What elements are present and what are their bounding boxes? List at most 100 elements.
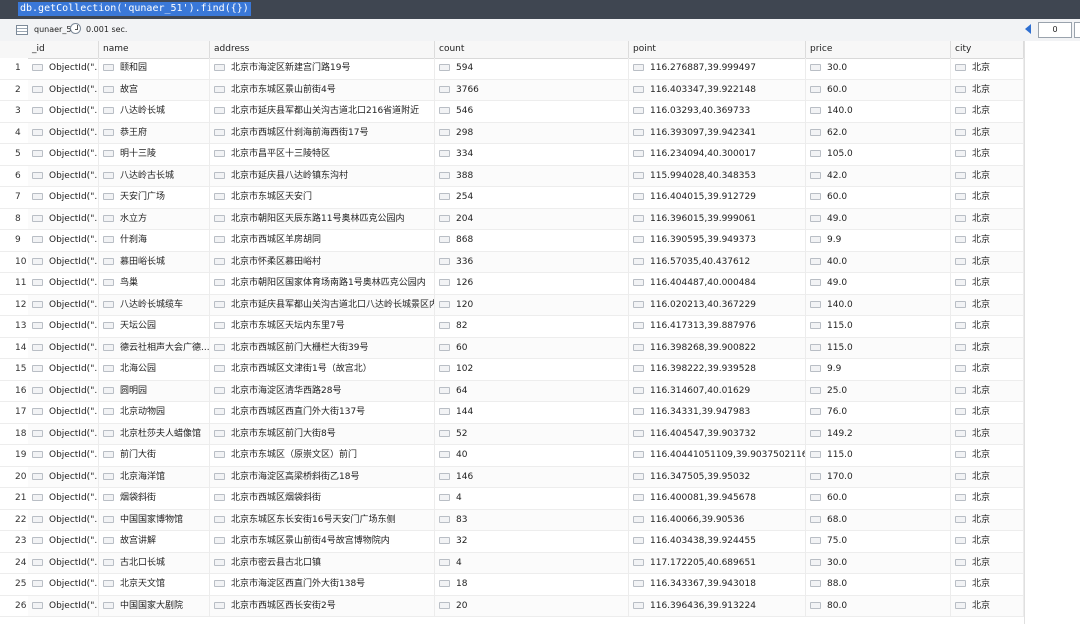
table-cell-price[interactable]: 49.0 [806, 208, 951, 230]
table-row[interactable]: 26 ObjectId("... 中国国家大剧院 北京市西城区西长安街2号 20 116.… [0, 595, 1024, 617]
table-cell-price[interactable]: 42.0 [806, 165, 951, 187]
table-cell-count[interactable]: 3766 [435, 79, 629, 101]
table-cell-name[interactable]: 北京天文馆 [99, 574, 210, 596]
table-cell-price[interactable]: 60.0 [806, 79, 951, 101]
table-cell-city[interactable]: 北京 [951, 595, 1024, 617]
table-row[interactable]: 16 ObjectId("... 圆明园 北京市海淀区清华西路28号 64 116.314… [0, 380, 1024, 402]
table-row[interactable]: 12 ObjectId("... 八达岭长城缆车 北京市延庆县军都山关沟古道北口八达岭… [0, 294, 1024, 316]
table-view-icon[interactable] [16, 25, 28, 35]
column-header-price[interactable]: price [806, 41, 951, 58]
table-cell-price[interactable]: 105.0 [806, 144, 951, 166]
table-cell-name[interactable]: 天安门广场 [99, 187, 210, 209]
table-cell-count[interactable]: 254 [435, 187, 629, 209]
table-row[interactable]: 8 ObjectId("... 水立方 北京市朝阳区天辰东路11号奥林匹克公园内 204… [0, 208, 1024, 230]
table-cell-price[interactable]: 62.0 [806, 122, 951, 144]
table-cell-city[interactable]: 北京 [951, 122, 1024, 144]
table-cell-address[interactable]: 北京市西城区文津街1号（故宫北） [210, 359, 435, 381]
table-cell-city[interactable]: 北京 [951, 380, 1024, 402]
table-cell-price[interactable]: 40.0 [806, 251, 951, 273]
table-cell-address[interactable]: 北京市怀柔区慕田峪村 [210, 251, 435, 273]
table-cell-price[interactable]: 9.9 [806, 359, 951, 381]
table-cell-name[interactable]: 北京杜莎夫人蜡像馆 [99, 423, 210, 445]
page-size-input[interactable] [1074, 22, 1080, 38]
table-cell-count[interactable]: 146 [435, 466, 629, 488]
table-cell-id[interactable]: ObjectId("... [28, 101, 99, 123]
table-cell-name[interactable]: 鸟巢 [99, 273, 210, 295]
table-cell-point[interactable]: 116.404015,39.912729 [629, 187, 806, 209]
table-cell-city[interactable]: 北京 [951, 488, 1024, 510]
table-cell-id[interactable]: ObjectId("... [28, 445, 99, 467]
table-row[interactable]: 25 ObjectId("... 北京天文馆 北京市海淀区西直门外大街138号 18 11… [0, 574, 1024, 596]
table-cell-city[interactable]: 北京 [951, 509, 1024, 531]
table-cell-point[interactable]: 116.234094,40.300017 [629, 144, 806, 166]
table-cell-count[interactable]: 334 [435, 144, 629, 166]
table-cell-address[interactable]: 北京市昌平区十三陵特区 [210, 144, 435, 166]
table-cell-name[interactable]: 什刹海 [99, 230, 210, 252]
table-cell-point[interactable]: 116.393097,39.942341 [629, 122, 806, 144]
table-cell-city[interactable]: 北京 [951, 337, 1024, 359]
table-cell-address[interactable]: 北京市西城区西直门外大街137号 [210, 402, 435, 424]
table-cell-name[interactable]: 八达岭古长城 [99, 165, 210, 187]
table-cell-city[interactable]: 北京 [951, 531, 1024, 553]
table-row[interactable]: 23 ObjectId("... 故宫讲解 北京市东城区景山前街4号故宫博物院内 32 1… [0, 531, 1024, 553]
table-cell-name[interactable]: 天坛公园 [99, 316, 210, 338]
table-cell-id[interactable]: ObjectId("... [28, 58, 99, 80]
table-cell-address[interactable]: 北京市海淀区高梁桥斜街乙18号 [210, 466, 435, 488]
table-cell-id[interactable]: ObjectId("... [28, 402, 99, 424]
table-cell-count[interactable]: 868 [435, 230, 629, 252]
table-cell-id[interactable]: ObjectId("... [28, 294, 99, 316]
table-row[interactable]: 3 ObjectId("... 八达岭长城 北京市延庆县军都山关沟古道北口216省道附… [0, 101, 1024, 123]
table-cell-address[interactable]: 北京市密云县古北口镇 [210, 552, 435, 574]
table-cell-point[interactable]: 116.396436,39.913224 [629, 595, 806, 617]
table-cell-name[interactable]: 德云社相声大会广德... [99, 337, 210, 359]
table-cell-id[interactable]: ObjectId("... [28, 337, 99, 359]
table-cell-name[interactable]: 北京海洋馆 [99, 466, 210, 488]
table-cell-price[interactable]: 115.0 [806, 337, 951, 359]
table-cell-address[interactable]: 北京市朝阳区天辰东路11号奥林匹克公园内 [210, 208, 435, 230]
table-cell-point[interactable]: 116.417313,39.887976 [629, 316, 806, 338]
table-cell-price[interactable]: 49.0 [806, 273, 951, 295]
table-cell-city[interactable]: 北京 [951, 144, 1024, 166]
table-cell-address[interactable]: 北京市延庆县军都山关沟古道北口216省道附近 [210, 101, 435, 123]
table-cell-address[interactable]: 北京市海淀区新建宫门路19号 [210, 58, 435, 80]
table-cell-price[interactable]: 149.2 [806, 423, 951, 445]
table-cell-count[interactable]: 20 [435, 595, 629, 617]
table-cell-point[interactable]: 116.403347,39.922148 [629, 79, 806, 101]
table-cell-id[interactable]: ObjectId("... [28, 531, 99, 553]
table-cell-price[interactable]: 68.0 [806, 509, 951, 531]
table-cell-price[interactable]: 140.0 [806, 101, 951, 123]
table-cell-count[interactable]: 82 [435, 316, 629, 338]
table-cell-count[interactable]: 120 [435, 294, 629, 316]
table-cell-point[interactable]: 116.403438,39.924455 [629, 531, 806, 553]
table-cell-price[interactable]: 75.0 [806, 531, 951, 553]
table-row[interactable]: 22 ObjectId("... 中国国家博物馆 北京东城区东长安街16号天安门广场东… [0, 509, 1024, 531]
page-offset-input[interactable]: 0 [1038, 22, 1072, 38]
table-cell-price[interactable]: 30.0 [806, 58, 951, 80]
table-cell-id[interactable]: ObjectId("... [28, 488, 99, 510]
table-row[interactable]: 7 ObjectId("... 天安门广场 北京市东城区天安门 254 116.40401… [0, 187, 1024, 209]
table-row[interactable]: 6 ObjectId("... 八达岭古长城 北京市延庆县八达岭镇东沟村 388 115.… [0, 165, 1024, 187]
table-row[interactable]: 2 ObjectId("... 故宫 北京市东城区景山前街4号 3766 116.4033… [0, 79, 1024, 101]
table-cell-address[interactable]: 北京市西城区西长安街2号 [210, 595, 435, 617]
table-cell-price[interactable]: 140.0 [806, 294, 951, 316]
table-cell-id[interactable]: ObjectId("... [28, 79, 99, 101]
table-cell-name[interactable]: 中国国家大剧院 [99, 595, 210, 617]
table-cell-count[interactable]: 388 [435, 165, 629, 187]
table-row[interactable]: 10 ObjectId("... 慕田峪长城 北京市怀柔区慕田峪村 336 116.570… [0, 251, 1024, 273]
table-cell-address[interactable]: 北京市西城区羊房胡同 [210, 230, 435, 252]
table-cell-id[interactable]: ObjectId("... [28, 423, 99, 445]
table-cell-name[interactable]: 圆明园 [99, 380, 210, 402]
table-cell-count[interactable]: 102 [435, 359, 629, 381]
table-cell-point[interactable]: 116.276887,39.999497 [629, 58, 806, 80]
table-cell-price[interactable]: 170.0 [806, 466, 951, 488]
table-cell-count[interactable]: 52 [435, 423, 629, 445]
table-cell-address[interactable]: 北京市西城区前门大栅栏大街39号 [210, 337, 435, 359]
table-cell-count[interactable]: 83 [435, 509, 629, 531]
table-cell-id[interactable]: ObjectId("... [28, 273, 99, 295]
table-cell-name[interactable]: 古北口长城 [99, 552, 210, 574]
table-cell-id[interactable]: ObjectId("... [28, 466, 99, 488]
table-cell-id[interactable]: ObjectId("... [28, 574, 99, 596]
table-cell-point[interactable]: 116.40066,39.90536 [629, 509, 806, 531]
table-cell-city[interactable]: 北京 [951, 574, 1024, 596]
table-cell-point[interactable]: 116.398268,39.900822 [629, 337, 806, 359]
